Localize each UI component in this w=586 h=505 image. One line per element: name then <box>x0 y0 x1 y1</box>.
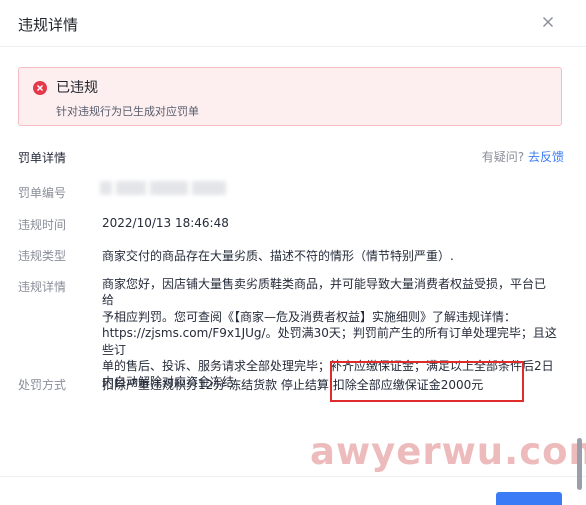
confirm-button[interactable] <box>496 492 562 505</box>
highlight-box <box>330 361 524 402</box>
violation-detail-label: 违规详情 <box>18 280 67 294</box>
feedback-link[interactable]: 去反馈 <box>528 150 564 164</box>
footer-divider <box>0 476 586 477</box>
close-icon[interactable] <box>538 12 558 32</box>
error-circle-icon <box>33 80 47 95</box>
detail-line: 商家您好，因店铺大量售卖劣质鞋类商品，并可能导致大量消费者权益受损，平台已给 <box>102 277 547 308</box>
watermark-logo: awyerwu.com <box>310 430 586 473</box>
violation-time-value: 2022/10/13 18:46:48 <box>102 216 229 230</box>
feedback-question: 有疑问? <box>481 150 525 164</box>
ticket-number-redacted <box>100 181 230 197</box>
alert-status: 已违规 <box>56 80 98 96</box>
scrollbar[interactable] <box>577 438 582 490</box>
detail-line: https://zjsms.com/F9x1JUg/。处罚满30天；判罚前产生的… <box>102 326 557 357</box>
penalty-method-label: 处罚方式 <box>18 378 67 392</box>
violation-alert: 已违规 针对违规行为已生成对应罚单 <box>18 67 562 126</box>
violation-time-label: 违规时间 <box>18 218 67 232</box>
dialog-title: 违规详情 <box>18 16 79 34</box>
ticket-number-label: 罚单编号 <box>18 186 67 200</box>
detail-line: 予相应判罚。您可查阅《【商家—危及消费者权益】实施细则》了解违规详情： <box>102 309 517 324</box>
violation-type-label: 违规类型 <box>18 249 67 263</box>
section-title: 罚单详情 <box>18 151 67 165</box>
violation-detail-dialog: 违规详情 已违规 针对违规行为已生成对应罚单 罚单详情 有疑问? 去反馈 罚单编… <box>0 0 586 505</box>
violation-type-value: 商家交付的商品存在大量劣质、描述不符的情形（情节特别严重）. <box>102 249 454 263</box>
feedback-prompt: 有疑问? 去反馈 <box>482 148 564 165</box>
dialog-header: 违规详情 <box>0 0 586 47</box>
alert-description: 针对违规行为已生成对应罚单 <box>56 105 199 118</box>
